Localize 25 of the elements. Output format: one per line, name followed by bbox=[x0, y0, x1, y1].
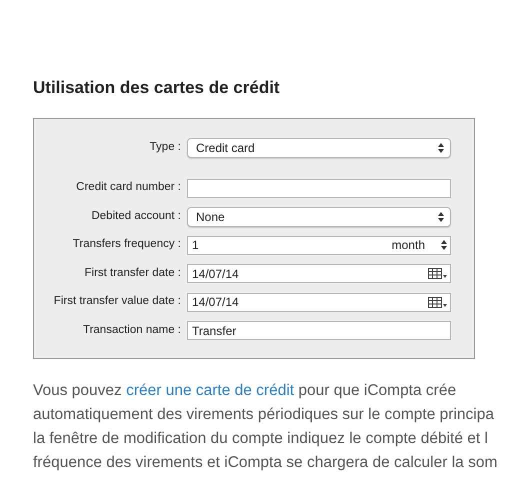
paragraph-line: Vous pouvez créer une carte de crédit pour que iCompta crée bbox=[33, 381, 456, 401]
field-label: Transfers frequency : bbox=[72, 237, 181, 252]
date-field[interactable]: 14/07/14 bbox=[187, 264, 451, 283]
up-down-arrows-icon bbox=[441, 240, 447, 250]
date-field[interactable]: 14/07/14 bbox=[187, 292, 451, 312]
create-credit-card-link[interactable]: créer une carte de crédit bbox=[126, 382, 294, 399]
text-field[interactable] bbox=[187, 178, 451, 198]
popup-button[interactable]: None bbox=[187, 206, 451, 226]
up-down-arrows-icon bbox=[438, 212, 444, 222]
paragraph-line: automatiquement des virements périodiques sur le compte principa bbox=[33, 405, 494, 425]
field-label: Credit card number : bbox=[76, 180, 181, 196]
popup-button[interactable]: Credit card bbox=[187, 138, 451, 158]
field-label: First transfer date : bbox=[84, 266, 181, 281]
section-heading: Utilisation des cartes de crédit bbox=[33, 78, 280, 98]
field-label: Transaction name : bbox=[82, 322, 181, 338]
calendar-icon bbox=[428, 296, 448, 308]
field-label: Debited account : bbox=[91, 208, 181, 224]
stepper-field[interactable]: 1 month bbox=[187, 236, 451, 254]
calendar-icon bbox=[428, 268, 448, 279]
up-down-arrows-icon bbox=[438, 143, 444, 153]
paragraph-line: fréquence des virements et iCompta se chargera de calculer la som bbox=[33, 453, 498, 473]
field-label: Type : bbox=[150, 140, 181, 156]
text-field[interactable]: Transfer bbox=[187, 321, 451, 340]
field-label: First transfer value date : bbox=[54, 294, 181, 310]
paragraph-line: la fenêtre de modification du compte indiquez le compte débité et l bbox=[33, 429, 488, 449]
